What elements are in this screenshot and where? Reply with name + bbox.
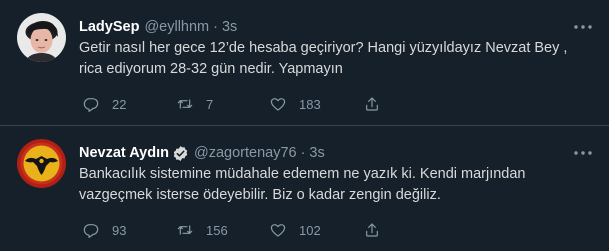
handle[interactable]: @eyllhnm <box>144 19 209 35</box>
handle[interactable]: @zagortenay76 <box>194 145 297 161</box>
timestamp[interactable]: 3s <box>222 19 237 35</box>
tweet-header: LadySep @eyllhnm · 3s <box>79 17 237 37</box>
tweet-text: Getir nasıl her gece 12’de hesaba geçiri… <box>79 38 591 80</box>
share-button[interactable] <box>364 220 380 240</box>
avatar-image <box>17 139 66 188</box>
avatar-image <box>17 13 66 62</box>
retweet-count: 7 <box>206 96 214 112</box>
more-options-button[interactable] <box>571 17 595 37</box>
heart-icon <box>270 224 286 237</box>
display-name[interactable]: Nevzat Aydın <box>79 145 169 161</box>
reply-button[interactable]: 22 <box>83 94 126 114</box>
heart-icon <box>270 98 286 111</box>
more-horizontal-icon <box>574 25 592 29</box>
reply-count: 22 <box>112 96 127 112</box>
tweet-text-line: rica ediyorum 28-32 gün nedir. Yapmayın <box>79 61 343 77</box>
like-button[interactable]: 102 <box>270 220 321 240</box>
more-horizontal-icon <box>574 151 592 155</box>
tweet[interactable]: Nevzat Aydın @zagortenay76 · 3s Bankacıl… <box>0 126 609 251</box>
tweet-text-line: Bankacılık sistemine müdahale edemem ne … <box>79 166 526 182</box>
avatar[interactable] <box>17 139 66 188</box>
separator-dot: · <box>300 145 306 161</box>
tweet-text: Bankacılık sistemine müdahale edemem ne … <box>79 164 591 206</box>
timestamp[interactable]: 3s <box>309 145 324 161</box>
reply-count: 93 <box>112 222 127 238</box>
share-icon <box>366 223 378 237</box>
more-options-button[interactable] <box>571 143 595 163</box>
share-icon <box>366 97 378 111</box>
tweet-feed: LadySep @eyllhnm · 3s Getir nasıl her ge… <box>0 0 609 251</box>
like-button[interactable]: 183 <box>270 94 321 114</box>
display-name[interactable]: LadySep <box>79 19 139 35</box>
like-count: 183 <box>299 96 321 112</box>
retweet-icon <box>177 99 193 109</box>
reply-button[interactable]: 93 <box>83 220 126 240</box>
tweet[interactable]: LadySep @eyllhnm · 3s Getir nasıl her ge… <box>0 0 609 126</box>
retweet-icon <box>177 225 193 235</box>
tweet-actions: 22 7 183 <box>79 94 499 114</box>
separator-dot: · <box>213 19 218 35</box>
tweet-header: Nevzat Aydın @zagortenay76 · 3s <box>79 143 325 163</box>
share-button[interactable] <box>364 94 380 114</box>
avatar[interactable] <box>17 13 66 62</box>
reply-icon <box>83 224 99 238</box>
verified-badge-icon <box>173 145 188 161</box>
retweet-count: 156 <box>206 222 228 238</box>
like-count: 102 <box>299 222 321 238</box>
retweet-button[interactable]: 156 <box>177 220 228 240</box>
retweet-button[interactable]: 7 <box>177 94 213 114</box>
reply-icon <box>83 98 99 112</box>
tweet-text-line: Getir nasıl her gece 12’de hesaba geçiri… <box>79 40 568 56</box>
tweet-text-line: vazgeçmek isterse ödeyebilir. Biz o kada… <box>79 187 441 203</box>
tweet-actions: 93 156 102 <box>79 220 499 240</box>
